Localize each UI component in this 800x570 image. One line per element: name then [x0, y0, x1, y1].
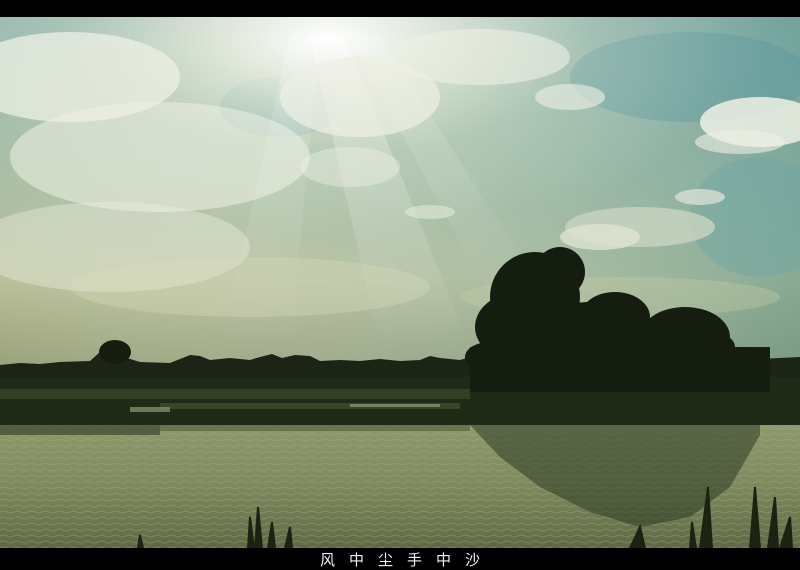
landscape-photo: [0, 17, 800, 548]
photo-caption: 风中尘手中沙: [319, 550, 494, 569]
photo-frame: 风中尘手中沙: [0, 0, 800, 570]
